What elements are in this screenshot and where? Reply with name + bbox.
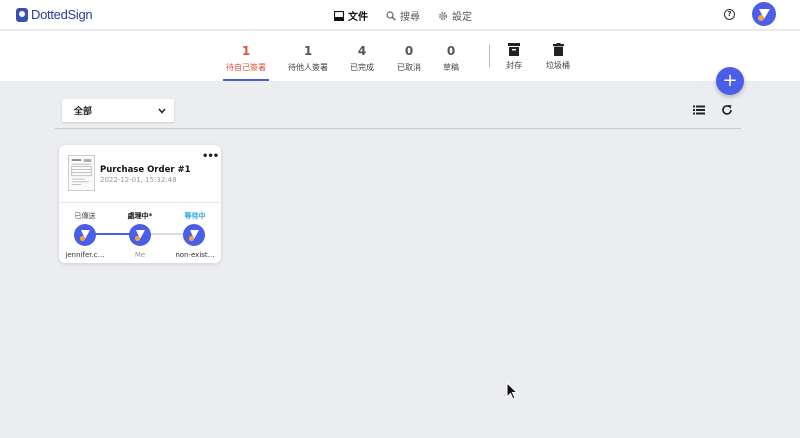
signer-avatar: [183, 224, 205, 246]
trash-icon: [552, 43, 564, 56]
tab-archive[interactable]: 封存: [503, 43, 525, 71]
signer-avatar: [129, 224, 151, 246]
status-strip: 1 待自己簽署 1 待他人簽署 4 已完成 0 已取消 0 草稿 封存 垃圾桶: [0, 31, 800, 81]
signer-name: jennifer.c…: [65, 251, 105, 259]
progress-line-pending: [149, 233, 187, 235]
gear-icon: [438, 11, 448, 20]
document-date: 2022-12-01, 15:32:48: [100, 176, 177, 184]
tab-label: 草稿: [443, 63, 459, 72]
list-view-icon[interactable]: [693, 104, 705, 116]
mouse-cursor-icon: [506, 382, 518, 400]
content-divider: [55, 128, 741, 129]
logo-icon: [16, 7, 28, 22]
nav-settings[interactable]: 設定: [438, 8, 472, 23]
tab-count: 0: [446, 44, 456, 58]
chevron-down-icon: [158, 108, 166, 114]
strip-divider: [489, 44, 490, 68]
nav-search[interactable]: 搜尋: [386, 8, 420, 23]
document-icon: [334, 10, 344, 21]
signer-avatar: [74, 224, 96, 246]
filter-value: 全部: [74, 107, 93, 117]
help-icon[interactable]: ?: [724, 9, 735, 20]
add-document-button[interactable]: +: [716, 67, 744, 95]
tab-trash[interactable]: 垃圾桶: [545, 43, 571, 71]
logo-text: DottedSign: [31, 7, 93, 22]
tab-cancelled[interactable]: 0 已取消: [396, 44, 422, 73]
signer-name: non-exist…: [175, 251, 215, 259]
tab-count: 1: [241, 44, 251, 58]
document-card[interactable]: Purchase Order #1 2022-12-01, 15:32:48 •…: [59, 145, 221, 263]
filter-select[interactable]: 全部: [62, 99, 174, 122]
signer-name: Me: [134, 251, 146, 259]
tab-count: 0: [404, 44, 414, 58]
tab-label: 待他人簽署: [288, 63, 328, 72]
card-divider: [59, 202, 221, 203]
search-icon: [386, 10, 396, 21]
app-logo[interactable]: DottedSign: [16, 7, 93, 22]
tab-waiting-for-others[interactable]: 1 待他人簽署: [286, 44, 330, 73]
top-bar: DottedSign 文件 搜尋 設定 ?: [0, 0, 800, 30]
more-options-icon[interactable]: •••: [202, 151, 219, 162]
step-status-processing: 處理中*: [127, 212, 153, 220]
tab-label: 已取消: [397, 63, 421, 72]
tab-count: 1: [303, 44, 313, 58]
active-tab-indicator: [223, 79, 269, 81]
nav-documents-label: 文件: [348, 12, 368, 23]
tab-completed[interactable]: 4 已完成: [349, 44, 375, 73]
tab-waiting-for-me[interactable]: 1 待自己簽署: [226, 44, 266, 73]
tab-label: 封存: [506, 61, 522, 70]
document-title: Purchase Order #1: [100, 165, 191, 175]
step-status-waiting: 等待中: [184, 212, 206, 220]
nav-settings-label: 設定: [452, 12, 472, 23]
archive-icon: [508, 43, 520, 56]
step-status-sent: 已傳送: [74, 212, 96, 220]
main-nav: 文件 搜尋 設定: [334, 8, 472, 23]
nav-search-label: 搜尋: [400, 12, 420, 23]
tab-drafts[interactable]: 0 草稿: [441, 44, 461, 73]
user-avatar[interactable]: [752, 2, 776, 26]
tab-label: 垃圾桶: [546, 61, 570, 70]
tab-count: 4: [357, 44, 367, 58]
tab-label: 待自己簽署: [226, 63, 266, 72]
refresh-icon[interactable]: [721, 104, 733, 116]
document-thumbnail: [68, 155, 95, 191]
nav-documents[interactable]: 文件: [334, 8, 368, 23]
tab-label: 已完成: [350, 63, 374, 72]
